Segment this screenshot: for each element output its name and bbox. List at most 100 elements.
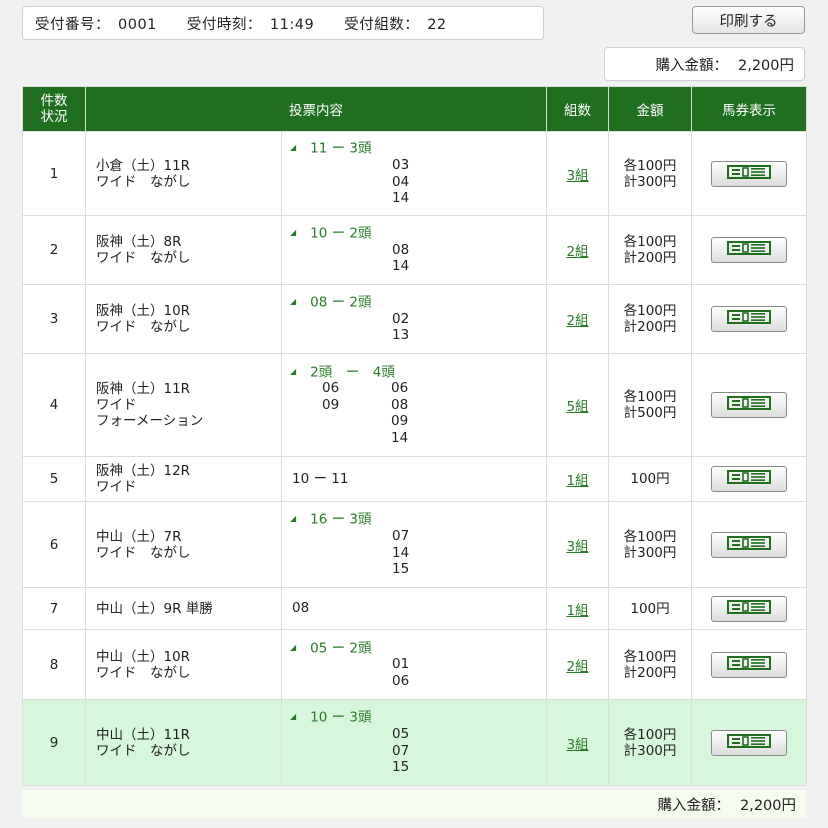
combination-count-link[interactable]: 5組 (566, 399, 588, 415)
triangle-marker-icon: ◢ (290, 228, 297, 238)
header-content: 投票内容 (85, 86, 547, 132)
ticket-view-button[interactable] (711, 595, 787, 622)
bet-column-second: 02 13 (290, 311, 409, 344)
combination-count: 3組 (546, 501, 609, 588)
ticket-cell (691, 353, 807, 457)
amount-line: 各100円 (623, 528, 677, 545)
bet-column-second: 03 04 14 (290, 157, 409, 207)
row-number: 3 (22, 284, 86, 354)
horse-number: 02 (392, 310, 410, 327)
ticket-cell (691, 699, 807, 786)
amount-line: 計200円 (623, 250, 677, 266)
ticket-view-button[interactable] (711, 392, 787, 418)
race-info: 中山（土）7R ワイド ながし (85, 501, 282, 588)
amount-line: 各100円 (623, 726, 677, 743)
race-line: 阪神（土）11R (96, 381, 191, 397)
race-line: 小倉（土）11R (96, 157, 191, 174)
ticket-cell (691, 215, 807, 285)
combination-count: 2組 (546, 629, 609, 700)
horse-number: 08 (392, 241, 410, 258)
amount-line: 計200円 (623, 664, 677, 681)
bet-amount: 各100円 計300円 (608, 699, 692, 786)
triangle-marker-icon: ◢ (290, 366, 297, 376)
header-amount: 金額 (608, 86, 692, 132)
bet-columns: 06 09 06 08 09 14 (290, 380, 546, 446)
bet-amount: 各100円 計300円 (608, 131, 692, 216)
ticket-icon (727, 470, 771, 488)
bet-content: ◢ 10 ー 2頭 08 14 (281, 215, 547, 285)
race-line: 阪神（土）8R (96, 234, 182, 250)
purchase-total-bottom: 購入金額： 2,200円 (22, 790, 806, 818)
triangle-marker-icon: ◢ (290, 712, 297, 722)
ticket-view-button[interactable] (711, 466, 787, 492)
table-row: 6 中山（土）7R ワイド ながし ◢ 16 ー 3頭 07 14 15 3組 各100円 計300… (22, 501, 807, 588)
horse-number: 09 (322, 396, 340, 413)
ticket-view-button[interactable] (711, 729, 787, 756)
bet-axis-line: ◢ 10 ー 3頭 (290, 709, 546, 726)
bet-columns: 02 13 (290, 311, 546, 344)
combination-count: 2組 (546, 215, 609, 285)
ticket-view-button[interactable] (711, 306, 787, 332)
row-number: 4 (22, 353, 86, 457)
ticket-view-button[interactable] (711, 237, 787, 263)
bet-column-second: 06 08 09 14 (391, 380, 408, 446)
ticket-icon (727, 599, 771, 618)
bet-columns: 07 14 15 (290, 528, 546, 578)
race-info: 中山（土）10R ワイド ながし (85, 629, 282, 700)
combination-count-link[interactable]: 2組 (566, 313, 588, 329)
header-ticket: 馬券表示 (691, 86, 807, 132)
table-row: 9 中山（土）11R ワイド ながし ◢ 10 ー 3頭 05 07 15 3組 各100円 計30… (22, 699, 807, 786)
amount-line: 100円 (630, 471, 670, 487)
race-info: 阪神（土）8R ワイド ながし (85, 215, 282, 285)
combination-count-link[interactable]: 2組 (566, 659, 588, 675)
horse-number: 14 (392, 190, 410, 207)
table-row: 8 中山（土）10R ワイド ながし ◢ 05 ー 2頭 01 06 2組 各100円 計200円 (22, 629, 807, 700)
bet-column-first: 06 09 (290, 380, 391, 446)
amount-line: 各100円 (623, 389, 677, 405)
amount-line: 100円 (630, 600, 670, 617)
horse-number: 14 (392, 258, 410, 275)
horse-number: 14 (392, 544, 410, 561)
row-number: 9 (22, 699, 86, 786)
bet-content: ◢ 2頭 ー 4頭 06 09 06 08 09 14 (281, 353, 547, 457)
bet-amount: 各100円 計200円 (608, 629, 692, 700)
combination-count: 1組 (546, 456, 609, 502)
ticket-cell (691, 587, 807, 630)
race-line: 中山（土）11R (96, 726, 191, 743)
race-line: 阪神（土）12R (96, 463, 191, 479)
bet-columns: 01 06 (290, 656, 546, 689)
combination-count-link[interactable]: 3組 (566, 539, 588, 555)
bet-content: 10 ー 11 (281, 456, 547, 502)
combination-count-link[interactable]: 3組 (566, 168, 588, 184)
amount-line: 各100円 (623, 157, 677, 174)
race-info: 中山（土）9R 単勝 (85, 587, 282, 630)
amount-line: 計300円 (623, 173, 677, 190)
ticket-view-button[interactable] (711, 160, 787, 187)
horse-number: 07 (392, 742, 410, 759)
row-number: 5 (22, 456, 86, 502)
race-line: フォーメーション (96, 413, 204, 429)
triangle-marker-icon: ◢ (290, 297, 297, 307)
race-line: 阪神（土）10R (96, 303, 191, 319)
bet-amount: 各100円 計200円 (608, 284, 692, 354)
ticket-view-button[interactable] (711, 531, 787, 558)
bet-axis-line: ◢ 2頭 ー 4頭 (290, 364, 546, 381)
triangle-marker-icon: ◢ (290, 143, 297, 153)
bet-axis-text: 05 ー 2頭 (310, 639, 372, 656)
combination-count: 3組 (546, 699, 609, 786)
bet-numbers: 10 ー 11 (292, 470, 349, 487)
ticket-icon (727, 535, 771, 554)
triangle-marker-icon: ◢ (290, 642, 297, 652)
combination-count-link[interactable]: 1組 (566, 603, 588, 619)
ticket-cell (691, 456, 807, 502)
bet-axis-line: ◢ 10 ー 2頭 (290, 225, 546, 242)
combination-count-link[interactable]: 3組 (566, 737, 588, 753)
bet-table: 件数 状況 投票内容 組数 金額 馬券表示 1 小倉（土）11R ワイド ながし ◢ 1… (22, 86, 807, 786)
print-button[interactable]: 印刷する (692, 6, 805, 34)
bet-amount: 各100円 計300円 (608, 501, 692, 588)
ticket-icon (727, 655, 771, 674)
combination-count-link[interactable]: 2組 (566, 244, 588, 260)
combination-count-link[interactable]: 1組 (566, 473, 588, 489)
combination-count: 2組 (546, 284, 609, 354)
ticket-view-button[interactable] (711, 651, 787, 678)
